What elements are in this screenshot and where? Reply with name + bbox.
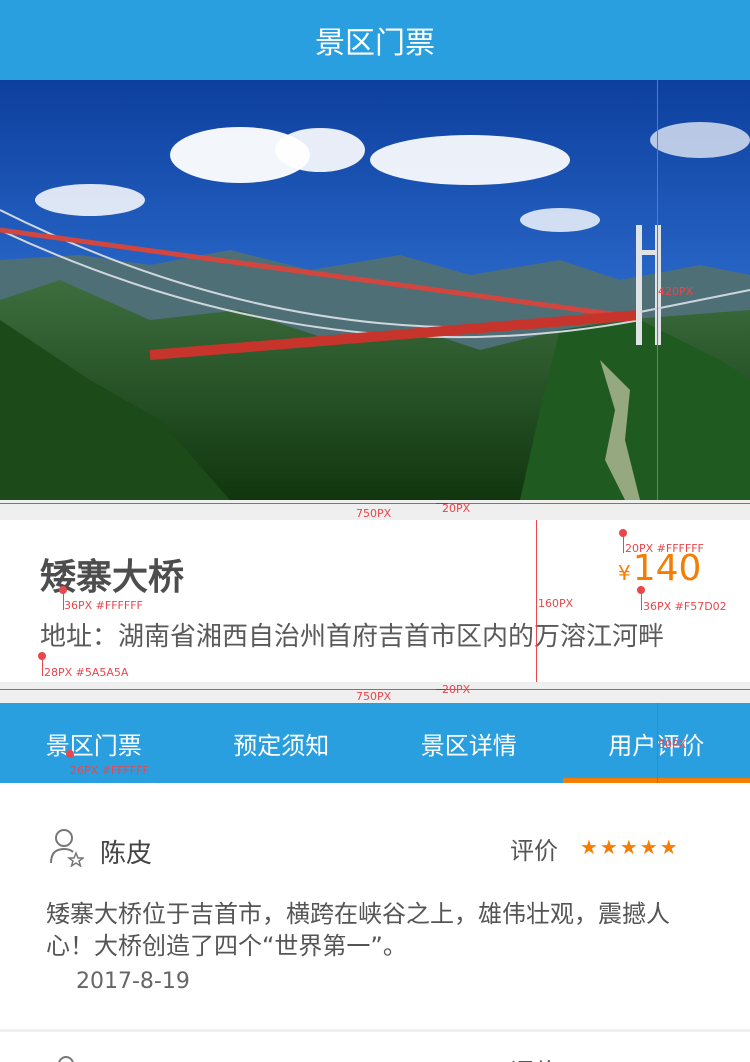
rating-label: 评价	[510, 1056, 558, 1062]
review-card: 评价	[0, 1032, 750, 1062]
tab-label: 景区详情	[420, 731, 517, 760]
review-card: 陈皮 评价 ★★★★★ 矮寨大桥位于吉首市，横跨在峡谷之上，雄伟壮观，震撼人心！…	[0, 783, 750, 1029]
tab-height-annotation: 80PX	[658, 738, 687, 751]
gap-annotation-top: 20PX	[442, 502, 471, 515]
address-spec-line	[42, 658, 43, 676]
rating-label: 评价	[510, 837, 558, 865]
width-annotation-bottom: 750PX	[356, 690, 392, 703]
price-spec-line	[641, 592, 642, 610]
info-height-annotation: 160PX	[538, 597, 574, 610]
spot-address: 地址：湖南省湘西自治州首府吉首市区内的万溶江河畔	[40, 622, 665, 652]
gap-annotation-bottom: 20PX	[442, 683, 471, 696]
tab-details[interactable]: 景区详情	[375, 703, 563, 783]
tab-spec-annotation: 26PX #FFFFFF	[70, 764, 149, 777]
hero-image	[0, 80, 750, 500]
symbol-spec-line	[623, 535, 624, 553]
tab-booking-notes[interactable]: 预定须知	[188, 703, 376, 783]
info-height-guide	[536, 520, 537, 682]
hero-height-annotation: 420PX	[658, 285, 694, 298]
user-star-icon	[50, 829, 84, 867]
review-text: 矮寨大桥位于吉首市，横跨在峡谷之上，雄伟壮观，震撼人心！大桥创造了四个“世界第一…	[46, 900, 670, 960]
star-rating: ★★★★★	[580, 835, 680, 859]
currency-symbol: ¥	[618, 561, 631, 585]
user-star-icon	[58, 1056, 74, 1062]
reviewer-name: 陈皮	[100, 839, 153, 869]
symbol-spec-annotation: 20PX #FFFFFF	[625, 542, 704, 555]
width-guide-top	[0, 503, 750, 504]
page-title: 景区门票	[315, 26, 435, 61]
tab-spec-dot	[66, 750, 74, 758]
price-spec-annotation: 36PX #F57D02	[643, 600, 727, 613]
title-spec-annotation: 36PX #FFFFFF	[64, 599, 143, 612]
app-header: 景区门票	[0, 0, 750, 80]
tab-label: 预定须知	[233, 731, 330, 760]
width-annotation-top: 750PX	[356, 507, 392, 520]
address-spec-annotation: 28PX #5A5A5A	[44, 666, 129, 679]
review-date: 2017-8-19	[76, 969, 190, 994]
tab-label: 景区门票	[45, 731, 142, 760]
bridge-photo	[0, 80, 750, 500]
